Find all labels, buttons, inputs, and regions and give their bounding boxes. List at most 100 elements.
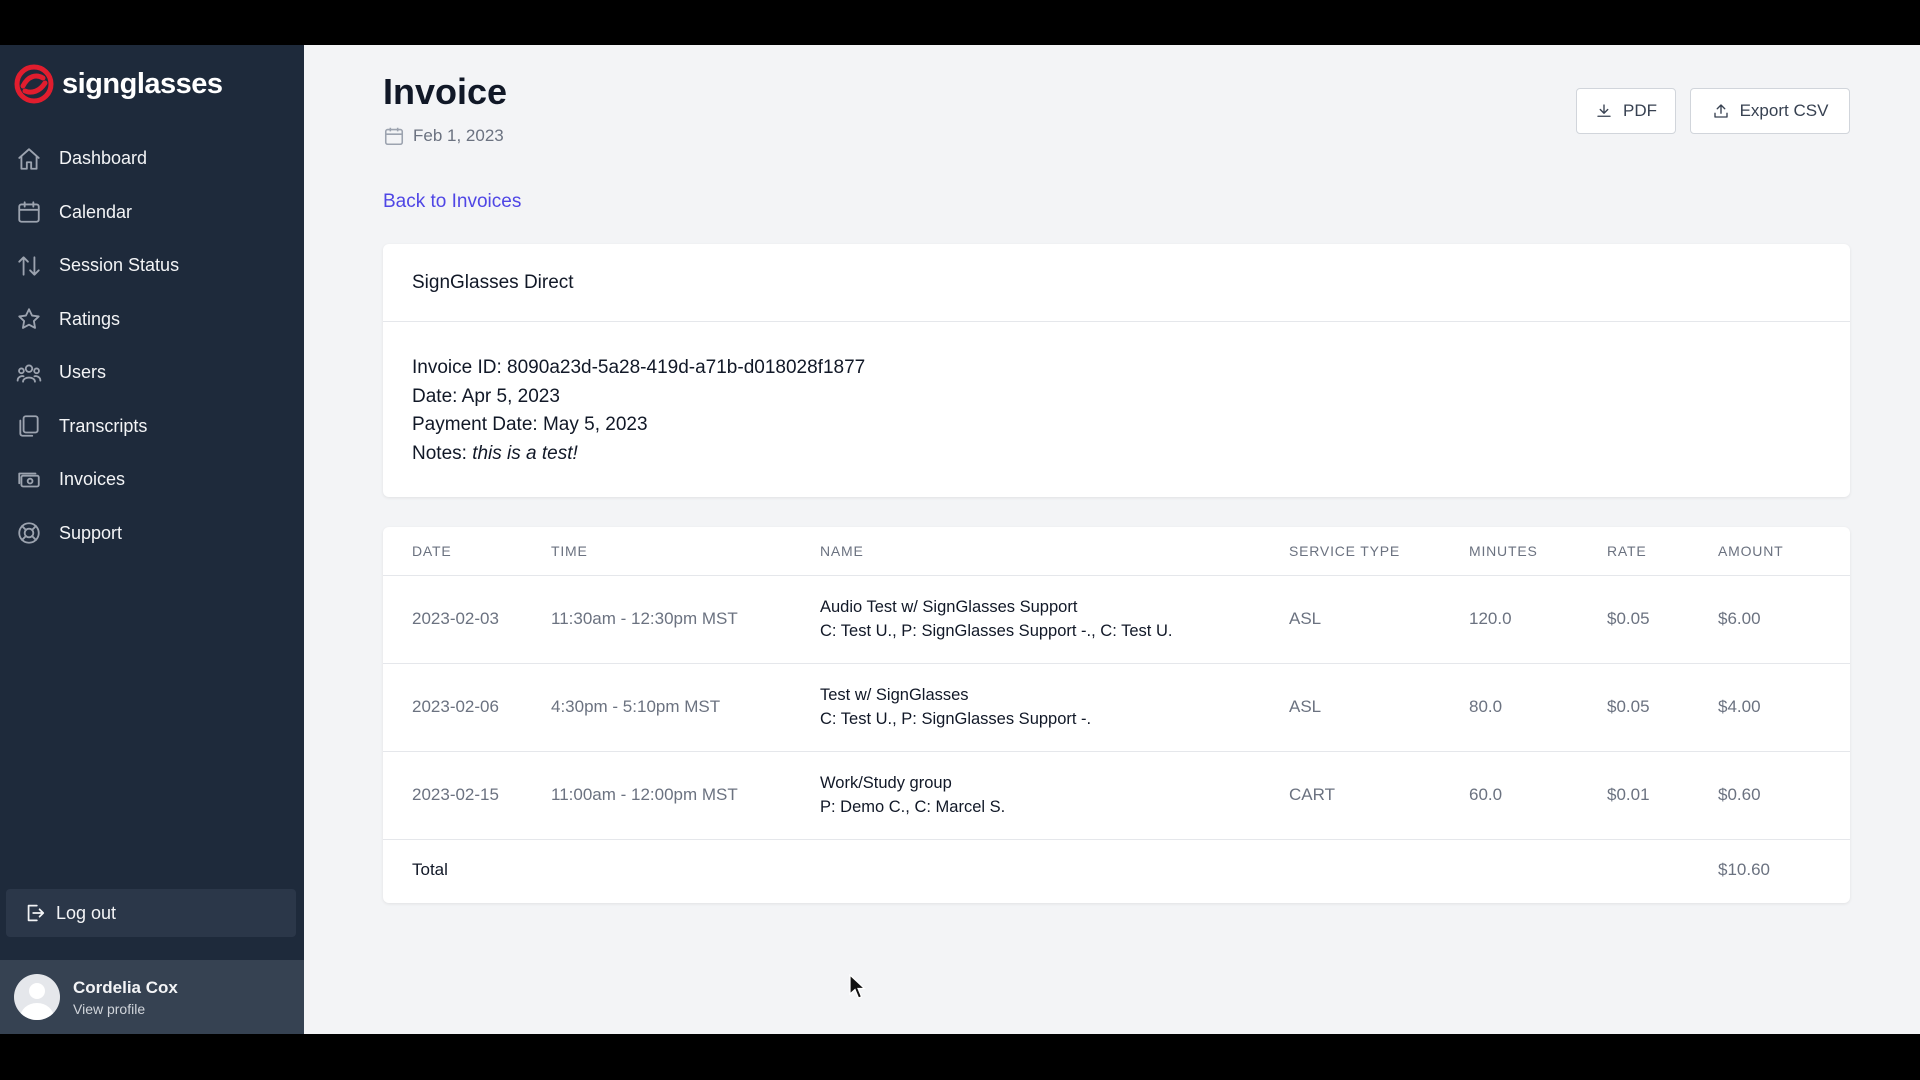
avatar — [14, 974, 60, 1020]
export-csv-button[interactable]: Export CSV — [1690, 88, 1850, 134]
session-participants: C: Test U., P: SignGlasses Support -. — [820, 710, 1092, 728]
star-icon — [16, 306, 42, 332]
sidebar-item-dashboard[interactable]: Dashboard — [0, 132, 304, 186]
notes-value: this is a test! — [472, 442, 578, 464]
calendar-icon — [16, 199, 42, 225]
invoice-id-value: 8090a23d-5a28-419d-a71b-d018028f1877 — [507, 357, 866, 378]
cell-name: Test w/ SignGlasses C: Test U., P: SignG… — [820, 663, 1289, 752]
logout-label: Log out — [56, 902, 117, 923]
table-row[interactable]: 2023-02-03 11:30am - 12:30pm MST Audio T… — [383, 575, 1850, 664]
sidebar-item-support[interactable]: Support — [0, 507, 304, 561]
column-header-name: NAME — [820, 527, 1289, 576]
logout-icon — [27, 904, 45, 922]
upload-icon — [1713, 104, 1728, 118]
session-participants: P: Demo C., C: Marcel S. — [820, 798, 1006, 816]
column-header-amount: AMOUNT — [1718, 527, 1850, 576]
sidebar-item-label: Transcripts — [59, 415, 148, 436]
invoice-id-label: Invoice ID: — [412, 357, 502, 378]
page-date-text: Feb 1, 2023 — [413, 126, 504, 145]
cell-date: 2023-02-06 — [383, 663, 551, 752]
mouse-cursor-icon — [849, 974, 867, 999]
payment-date-line: Payment Date: May 5, 2023 — [412, 411, 1821, 440]
empty-cell — [1289, 839, 1469, 901]
sidebar-item-label: Calendar — [59, 201, 133, 222]
main-content: Invoice Feb 1, 2023 PDF Export CSV Back … — [304, 45, 1920, 1034]
cell-service-type: ASL — [1289, 575, 1469, 664]
invoice-date-line: Date: Apr 5, 2023 — [412, 383, 1821, 412]
sidebar-item-label: Users — [59, 362, 107, 383]
total-row: Total $10.60 — [383, 839, 1850, 901]
sidebar-item-label: Support — [59, 522, 123, 543]
cell-minutes: 120.0 — [1469, 575, 1607, 664]
invoice-details: Invoice ID: 8090a23d-5a28-419d-a71b-d018… — [383, 322, 1850, 500]
page-title: Invoice — [383, 71, 508, 112]
sidebar-item-users[interactable]: Users — [0, 346, 304, 400]
sidebar-item-label: Session Status — [59, 255, 180, 276]
session-participants: C: Test U., P: SignGlasses Support -., C… — [820, 622, 1173, 640]
app-window: signglasses Dashboard Calendar Session S… — [0, 45, 1920, 1034]
profile-text: Cordelia Cox View profile — [73, 978, 178, 1017]
cell-time: 11:00am - 12:00pm MST — [551, 751, 820, 840]
cell-time: 4:30pm - 5:10pm MST — [551, 663, 820, 752]
cell-date: 2023-02-15 — [383, 751, 551, 840]
sidebar-item-label: Ratings — [59, 308, 121, 329]
download-icon — [1597, 104, 1611, 117]
payment-date-value: May 5, 2023 — [542, 414, 648, 435]
cell-service-type: ASL — [1289, 663, 1469, 752]
invoice-period-date: Feb 1, 2023 — [383, 125, 504, 147]
sidebar-item-transcripts[interactable]: Transcripts — [0, 400, 304, 454]
calendar-icon — [384, 127, 404, 146]
profile[interactable]: Cordelia Cox View profile — [0, 960, 304, 1034]
company-name: SignGlasses Direct — [383, 244, 1850, 322]
brand[interactable]: signglasses — [0, 45, 304, 123]
session-name: Audio Test w/ SignGlasses Support — [820, 598, 1078, 616]
invoice-items-table: DATE TIME NAME SERVICE TYPE MINUTES RATE… — [383, 527, 1850, 901]
documents-icon — [16, 413, 42, 439]
cell-rate: $0.05 — [1607, 663, 1718, 752]
cell-time: 11:30am - 12:30pm MST — [551, 575, 820, 664]
cell-name: Audio Test w/ SignGlasses Support C: Tes… — [820, 575, 1289, 664]
invoice-items-card: DATE TIME NAME SERVICE TYPE MINUTES RATE… — [383, 527, 1850, 903]
pdf-button[interactable]: PDF — [1576, 88, 1676, 134]
session-name: Work/Study group — [820, 774, 952, 792]
column-header-service-type: SERVICE TYPE — [1289, 527, 1469, 576]
cell-amount: $4.00 — [1718, 663, 1850, 752]
profile-name: Cordelia Cox — [73, 977, 178, 997]
invoice-info-card: SignGlasses Direct Invoice ID: 8090a23d-… — [383, 244, 1850, 497]
table-row[interactable]: 2023-02-15 11:00am - 12:00pm MST Work/St… — [383, 751, 1850, 840]
sidebar-item-invoices[interactable]: Invoices — [0, 453, 304, 507]
total-label: Total — [412, 860, 448, 880]
invoice-date-label: Date: — [412, 385, 458, 407]
cell-amount: $6.00 — [1718, 575, 1850, 664]
sidebar: signglasses Dashboard Calendar Session S… — [0, 45, 304, 1034]
invoice-date-value: Apr 5, 2023 — [461, 385, 560, 407]
table-row[interactable]: 2023-02-06 4:30pm - 5:10pm MST Test w/ S… — [383, 663, 1850, 752]
export-csv-label: Export CSV — [1739, 101, 1829, 120]
column-header-time: TIME — [551, 527, 820, 576]
cell-minutes: 60.0 — [1469, 751, 1607, 840]
sidebar-nav: Dashboard Calendar Session Status Rating… — [0, 132, 304, 560]
view-profile-link[interactable]: View profile — [73, 1001, 178, 1017]
sidebar-item-session-status[interactable]: Session Status — [0, 239, 304, 293]
sidebar-item-calendar[interactable]: Calendar — [0, 186, 304, 240]
users-icon — [16, 360, 42, 386]
arrows-up-down-icon — [16, 253, 42, 279]
cell-rate: $0.05 — [1607, 575, 1718, 664]
table-header-row: DATE TIME NAME SERVICE TYPE MINUTES RATE… — [383, 527, 1850, 576]
empty-cell — [1607, 839, 1718, 901]
logout-button[interactable]: Log out — [6, 889, 296, 937]
cell-minutes: 80.0 — [1469, 663, 1607, 752]
cell-service-type: CART — [1289, 751, 1469, 840]
brand-name: signglasses — [62, 67, 223, 100]
column-header-date: DATE — [383, 527, 551, 576]
total-value: $10.60 — [1718, 860, 1770, 880]
home-icon — [16, 146, 42, 172]
notes-line: Notes: this is a test! — [412, 440, 1821, 469]
sidebar-item-label: Invoices — [59, 469, 126, 490]
empty-cell — [820, 839, 1289, 901]
sidebar-item-ratings[interactable]: Ratings — [0, 293, 304, 347]
notes-label: Notes: — [412, 442, 467, 464]
payment-date-label: Payment Date: — [412, 414, 538, 435]
cell-name: Work/Study group P: Demo C., C: Marcel S… — [820, 751, 1289, 840]
back-to-invoices-link[interactable]: Back to Invoices — [383, 191, 521, 213]
